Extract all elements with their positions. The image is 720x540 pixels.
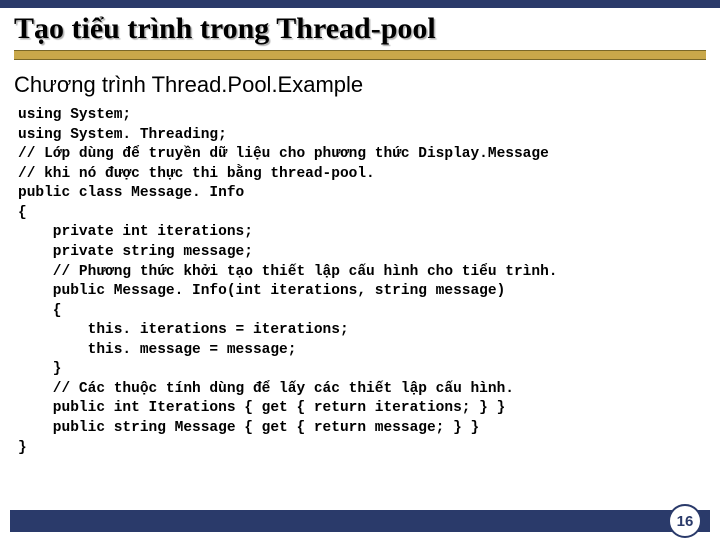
page-number-badge: 16 [668, 504, 702, 538]
title-underline [14, 50, 706, 60]
page-title: Tạo tiểu trình trong Thread-pool [14, 12, 706, 46]
under-stripe-wrap [0, 50, 720, 62]
top-stripe [0, 0, 720, 8]
code-block: using System; using System. Threading; /… [0, 104, 720, 460]
title-row: Tạo tiểu trình trong Thread-pool [0, 8, 720, 50]
page-number: 16 [677, 513, 694, 530]
bottom-bar [10, 510, 710, 532]
subtitle: Chương trình Thread.Pool.Example [0, 62, 720, 104]
